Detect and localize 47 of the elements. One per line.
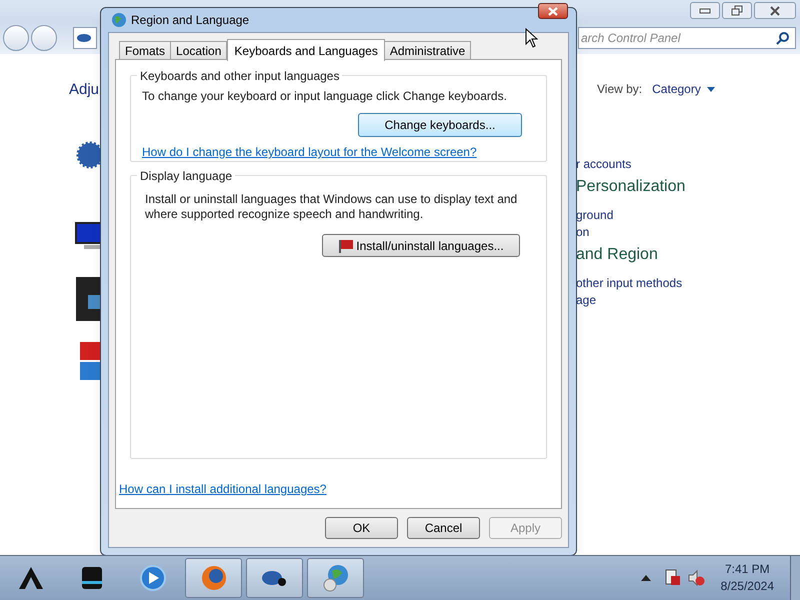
page-heading: Adju	[69, 80, 100, 100]
task-link[interactable]: other input methods	[576, 275, 686, 292]
category-heading[interactable]: Personalization	[576, 177, 686, 197]
minimize-icon	[699, 8, 711, 14]
clock-time: 7:41 PM	[724, 561, 770, 578]
clock-date: 8/25/2024	[720, 578, 774, 595]
description-text: Install or uninstall languages that Windows can use to display text and where supported recognize speech and handwriting.	[145, 192, 518, 222]
computer-case-icon	[74, 275, 102, 323]
task-link[interactable]: ground	[576, 207, 686, 224]
flag-icon	[338, 238, 354, 252]
mouse-cursor-icon	[525, 28, 538, 48]
task-link[interactable]: r accounts	[576, 156, 686, 173]
dialog-title: Region and Language	[131, 12, 250, 29]
address-bar[interactable]	[73, 27, 97, 49]
back-button[interactable]	[3, 25, 29, 51]
category-heading[interactable]: and Region	[576, 245, 686, 265]
gear-icon	[74, 140, 102, 170]
install-languages-button[interactable]: Install/uninstall languages...	[322, 234, 520, 257]
help-link[interactable]: How can I install additional languages?	[119, 480, 326, 498]
speaker-muted-icon	[686, 569, 705, 587]
change-keyboards-button[interactable]: Change keyboards...	[358, 113, 522, 137]
minimize-button[interactable]	[690, 2, 720, 19]
tab[interactable]: Administrative	[384, 41, 472, 59]
dropdown-arrow-icon	[706, 86, 715, 92]
restore-button[interactable]	[722, 2, 752, 19]
instruction-text: To change your keyboard or input language click Change keyboards.	[142, 88, 508, 105]
show-hidden-icons-icon	[640, 575, 651, 581]
help-link[interactable]: How do I change the keyboard layout for the Welcome screen?	[142, 143, 535, 161]
close-button[interactable]	[538, 3, 568, 19]
globe-icon	[111, 12, 127, 28]
show-desktop-button[interactable]	[790, 556, 800, 600]
view-by-dropdown[interactable]: Category	[652, 80, 715, 98]
forward-button[interactable]	[31, 25, 57, 51]
close-icon	[769, 6, 781, 16]
task-link[interactable]: age	[576, 292, 686, 309]
dialog-button[interactable]: Cancel	[407, 517, 480, 539]
close-icon	[548, 6, 558, 16]
tab[interactable]: Location	[170, 41, 228, 59]
restore-icon	[731, 5, 743, 16]
view-by-label: View by:	[597, 81, 642, 98]
tab[interactable]: Keyboards and Languages	[227, 39, 385, 61]
dialog-button[interactable]: OK	[325, 517, 398, 539]
tab[interactable]: Fomats	[119, 41, 172, 59]
search-icon	[776, 32, 789, 44]
taskbar-button[interactable]	[246, 558, 303, 598]
network-error-icon	[664, 569, 681, 587]
close-button[interactable]	[754, 2, 796, 19]
